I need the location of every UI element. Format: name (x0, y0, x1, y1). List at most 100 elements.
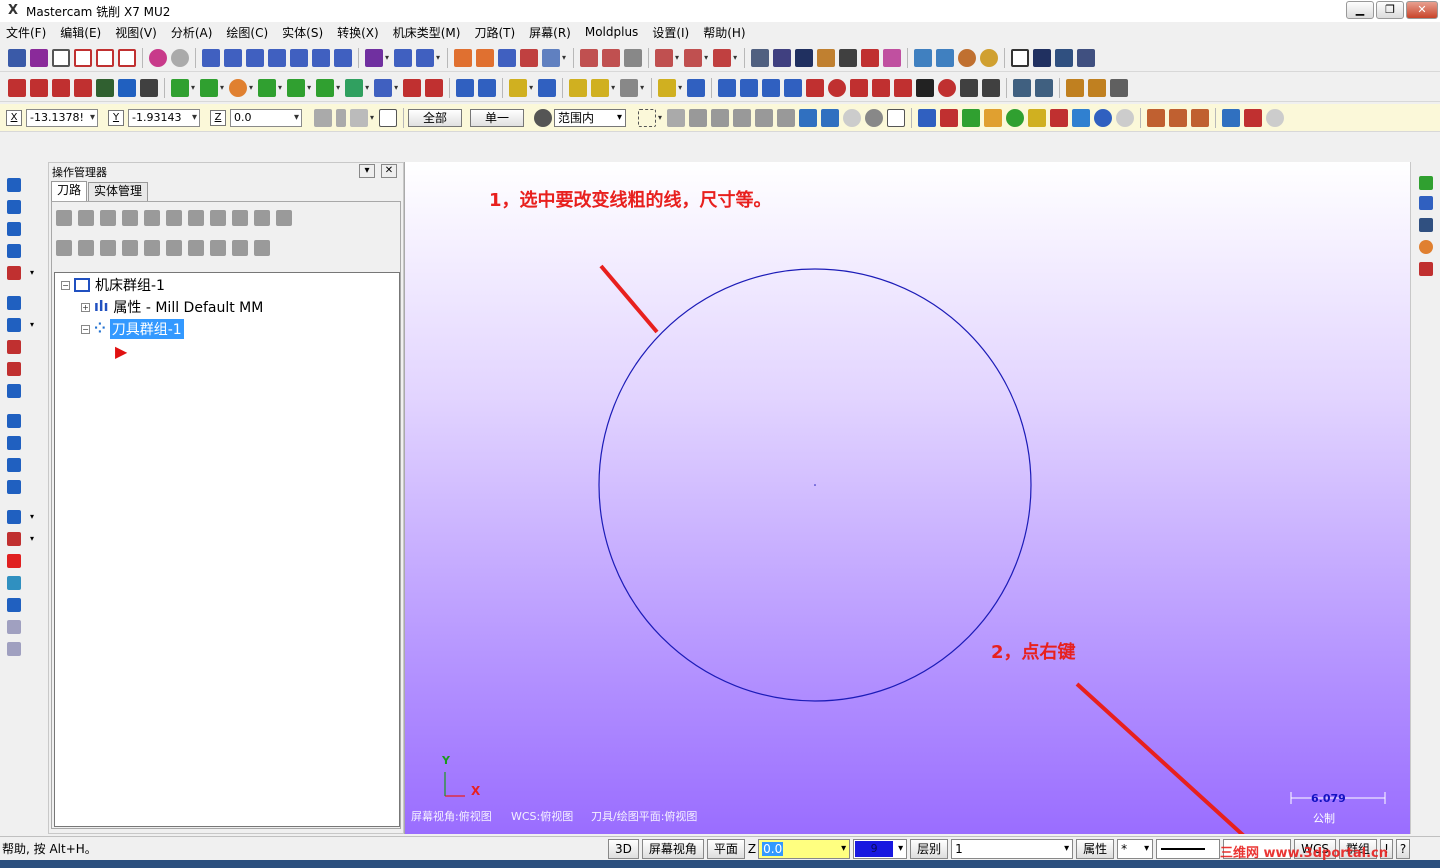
solid-shell-icon[interactable] (7, 340, 21, 354)
divide-icon[interactable] (456, 78, 475, 97)
red-square-icon[interactable] (7, 554, 21, 568)
box-icon[interactable] (1011, 48, 1030, 67)
collapse-icon[interactable]: − (81, 324, 90, 334)
fit-icon[interactable] (202, 48, 220, 67)
tool-shade-icon[interactable] (7, 598, 21, 612)
dimension-icon[interactable] (591, 78, 610, 97)
sel-hex4-icon[interactable] (755, 108, 774, 127)
list-icon[interactable] (476, 48, 495, 67)
sel-window-icon[interactable] (30, 78, 48, 97)
sel-end-icon[interactable] (865, 108, 884, 127)
insert-arrow-icon[interactable] (166, 240, 182, 256)
solid-fillet-icon[interactable] (7, 296, 21, 310)
solid-chamfer-icon[interactable] (7, 318, 21, 332)
xform-icon[interactable] (687, 78, 706, 97)
window-icon[interactable] (1035, 78, 1054, 97)
tool-multi-icon[interactable] (7, 532, 21, 546)
fillet-icon[interactable] (287, 78, 306, 97)
level-input[interactable]: 1 ▾ (951, 838, 1074, 859)
toggle-post-icon[interactable] (100, 240, 116, 256)
dim-radius-icon[interactable] (784, 78, 803, 97)
pencil-icon[interactable] (520, 48, 539, 67)
tool-icon[interactable] (713, 48, 732, 67)
ops-dropdown-button[interactable]: ▾ (359, 164, 375, 178)
3d-button[interactable]: 3D (608, 838, 639, 859)
point-style-select[interactable]: * ▾ (1117, 838, 1154, 859)
solid-sweep-icon[interactable] (7, 222, 21, 236)
grid-icon[interactable] (394, 48, 413, 67)
sel-hex1-icon[interactable] (689, 108, 708, 127)
camera-icon[interactable] (839, 48, 858, 67)
cylinder-icon[interactable] (345, 78, 364, 97)
menu-help[interactable]: 帮助(H) (703, 24, 745, 41)
solid-revolve-icon[interactable] (7, 200, 21, 214)
snap-circle-icon[interactable] (828, 78, 847, 97)
gview2-icon[interactable] (684, 48, 703, 67)
pencil3-icon[interactable] (569, 78, 588, 97)
doc-icon[interactable] (751, 48, 770, 67)
stop-icon[interactable] (1266, 108, 1285, 127)
wire-cube-icon[interactable] (7, 620, 21, 634)
help-query2-icon[interactable] (887, 108, 906, 127)
cube1-icon[interactable] (914, 48, 933, 67)
level-button[interactable]: 层别 (910, 838, 949, 859)
palette-icon[interactable] (1222, 108, 1241, 127)
menu-toolpaths[interactable]: 刀路(T) (474, 24, 515, 41)
solid-extrude-icon[interactable] (7, 178, 21, 192)
solid-list-icon[interactable] (7, 480, 21, 494)
snap-perp-icon[interactable] (982, 78, 1001, 97)
snap-mid-icon[interactable] (894, 78, 913, 97)
menu-moldplus[interactable]: Moldplus (585, 25, 638, 39)
solid-primitive-icon[interactable] (7, 266, 21, 280)
snap-center-icon[interactable] (806, 78, 825, 97)
regenerate-dirty-icon[interactable] (122, 210, 138, 226)
screen-icon[interactable] (1013, 78, 1032, 97)
line-icon[interactable] (200, 78, 219, 97)
insert-arrow-marker[interactable]: ▶ (115, 341, 127, 361)
y-coord-input[interactable]: -1.93143 (128, 108, 200, 127)
layer-icon[interactable] (795, 48, 814, 67)
viewport-canvas[interactable] (405, 162, 1410, 834)
dim-v-icon[interactable] (740, 78, 759, 97)
drill-icon[interactable] (658, 78, 677, 97)
snap-intersect-icon[interactable] (872, 78, 891, 97)
grid-snap-icon[interactable] (454, 48, 473, 67)
cancel-icon[interactable] (1116, 108, 1135, 127)
solid-combine-icon[interactable] (7, 436, 21, 450)
join-icon[interactable] (478, 78, 497, 97)
x-coord-label[interactable]: X (6, 109, 22, 126)
point-icon[interactable] (171, 78, 189, 97)
regenerate-all-icon[interactable] (100, 210, 116, 226)
break-icon[interactable] (425, 78, 444, 97)
backplot-ops-icon[interactable] (144, 210, 160, 226)
sel-solid-icon[interactable] (799, 108, 818, 127)
dim-h-icon[interactable] (718, 78, 737, 97)
solid-view-icon[interactable] (542, 48, 561, 67)
ops-help-icon[interactable] (276, 210, 292, 226)
note-icon[interactable] (620, 78, 639, 97)
tree-machine-group[interactable]: − 机床群组-1 (61, 275, 165, 295)
dim-angle-icon[interactable] (762, 78, 781, 97)
tree-properties[interactable]: + ılı 属性 - Mill Default MM (81, 297, 263, 317)
layers-icon[interactable] (1419, 176, 1433, 190)
delete-ops-icon[interactable] (254, 210, 270, 226)
zoom-target-icon[interactable] (290, 48, 308, 67)
solid-loft-icon[interactable] (7, 244, 21, 258)
collapse-icon[interactable]: − (61, 280, 70, 290)
graphics-viewport[interactable]: 1，选中要改变线粗的线，尺寸等。 2，点右键 X Y 屏幕视角:俯视图 WCS:… (404, 162, 1410, 834)
viewport-quad-icon[interactable] (118, 48, 136, 67)
toggle-display-icon[interactable] (78, 240, 94, 256)
sel-verify2-icon[interactable] (821, 108, 840, 127)
fastpoint-icon[interactable] (314, 108, 332, 127)
eraser-icon[interactable] (883, 48, 902, 67)
menu-solids[interactable]: 实体(S) (282, 24, 323, 41)
color-icon[interactable] (1147, 108, 1166, 127)
attributes-button[interactable]: 属性 (1076, 838, 1115, 859)
range-select[interactable]: 范围内 (554, 108, 627, 127)
g1-post-icon[interactable] (210, 210, 226, 226)
close-button[interactable]: ✕ (1406, 1, 1438, 19)
viewport-split-icon[interactable] (96, 48, 114, 67)
simulate-ops-icon[interactable] (188, 210, 204, 226)
ops-close-button[interactable]: ✕ (381, 164, 397, 178)
pointer-icon[interactable] (667, 108, 686, 127)
